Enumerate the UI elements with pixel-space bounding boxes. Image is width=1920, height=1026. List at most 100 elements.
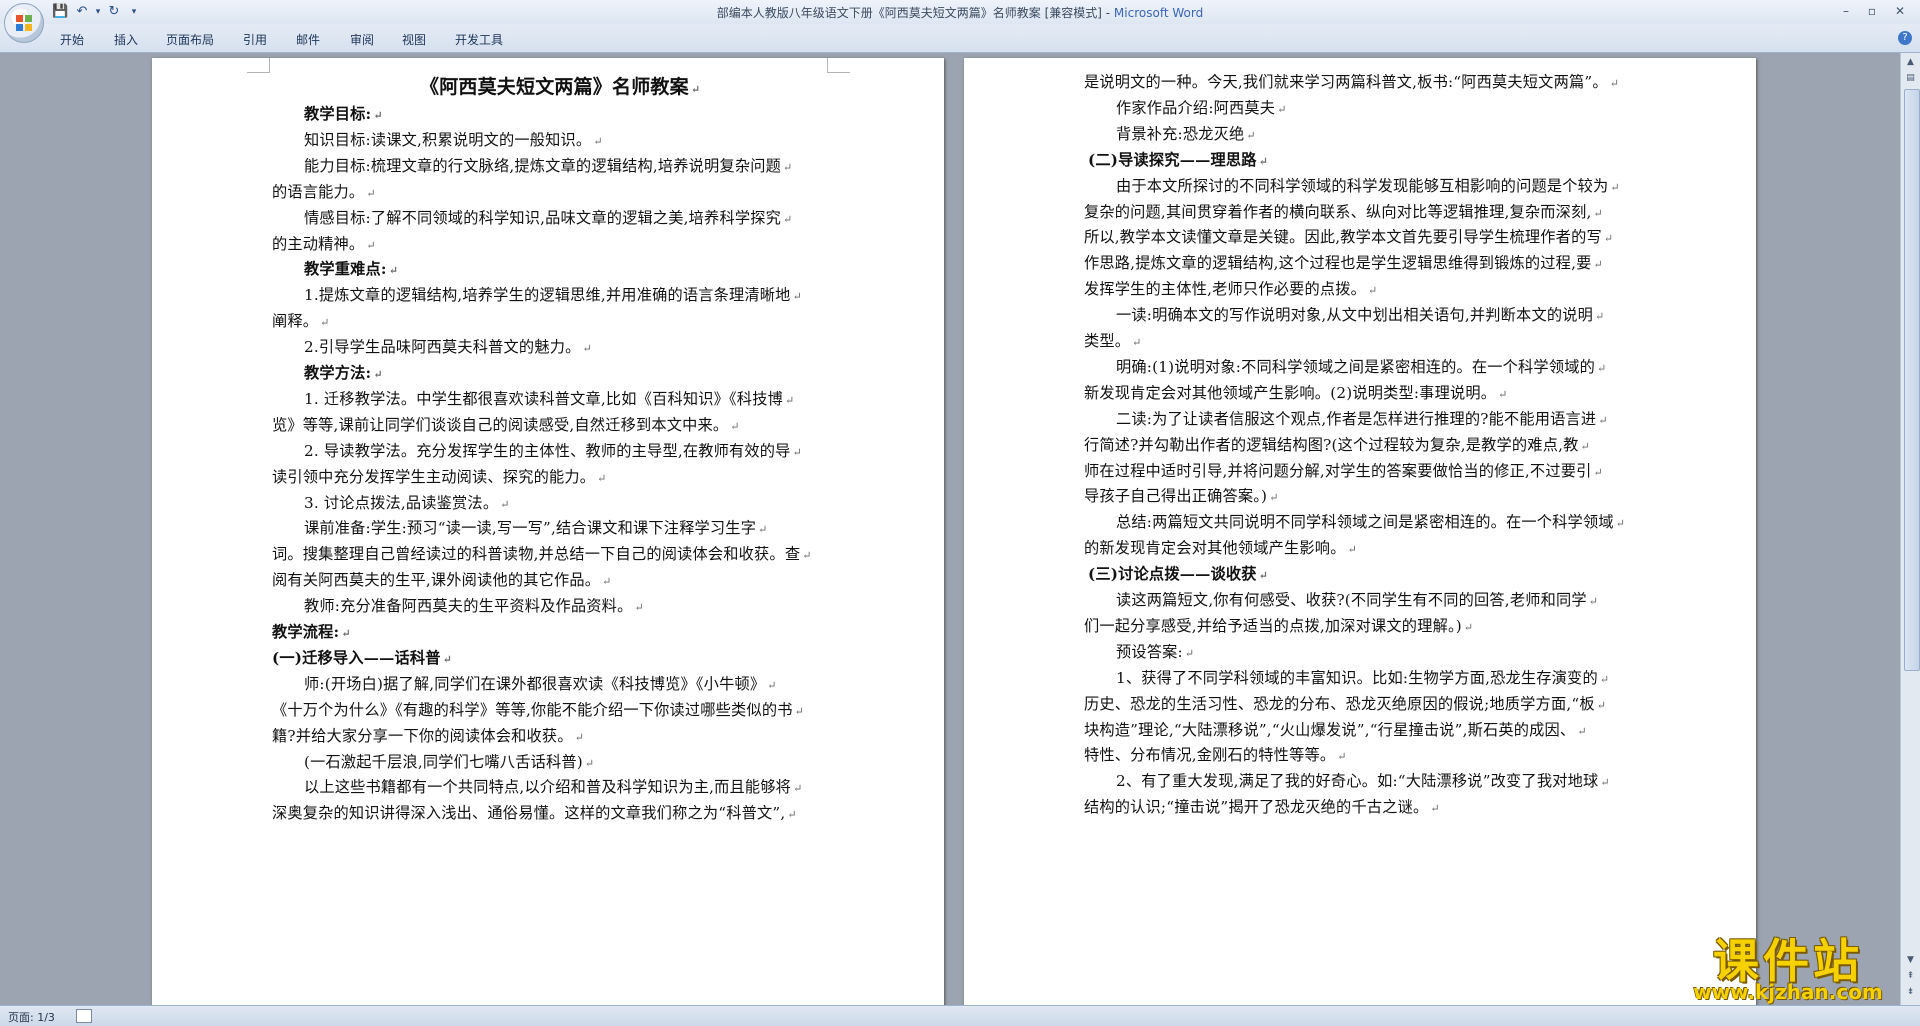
paragraph-line: 《十万个为什么》《有趣的科学》等等,你能不能介绍一下你读过哪些类似的书 ↵ xyxy=(272,698,804,720)
document-page-1[interactable]: 《阿西莫夫短文两篇》名师教案 ↵ 教学目标: ↵ 知识目标:读课文,积累说明文的一般知识… xyxy=(152,58,944,1005)
page-counter[interactable]: 页面: 1/3 xyxy=(8,1009,55,1025)
office-button[interactable] xyxy=(4,3,44,43)
tab-references[interactable]: 引用 xyxy=(243,31,267,48)
paragraph-line: 1.提炼文章的逻辑结构,培养学生的逻辑思维,并用准确的语言条理清晰地 ↵ xyxy=(304,283,802,305)
section-heading: 教学方法: ↵ xyxy=(304,361,383,383)
scroll-up-icon[interactable]: ▲ xyxy=(1903,55,1918,69)
line-text: 读这两篇短文,你有何感受、收获?(不同学生有不同的回答,老师和同学 xyxy=(1116,591,1587,609)
line-text: 行简述?并勾勒出作者的逻辑结构图?(这个过程较为复杂,是教学的难点,教 xyxy=(1084,435,1579,454)
paragraph-mark-icon: ↵ xyxy=(1596,698,1607,712)
line-text: 2.引导学生品味阿西莫夫科普文的魅力。 xyxy=(304,338,581,357)
paragraph-mark-icon: ↵ xyxy=(1347,543,1358,557)
line-text: 2. 导读教学法。充分发挥学生的主体性、教师的主导型,在教师有效的导 xyxy=(304,441,791,460)
paragraph-line: 阅有关阿西莫夫的生平,课外阅读他的其它作品。 ↵ xyxy=(272,568,612,590)
help-icon[interactable]: ? xyxy=(1898,31,1912,45)
paragraph-mark-icon: ↵ xyxy=(1593,206,1603,220)
minimize-button[interactable]: – xyxy=(1836,2,1856,20)
document-workspace[interactable]: 《阿西莫夫短文两篇》名师教案 ↵ 教学目标: ↵ 知识目标:读课文,积累说明文的一般知识… xyxy=(0,53,1900,1005)
paragraph-line: 1. 迁移教学法。中学生都很喜欢读科普文章,比如《百科知识》《科技博 ↵ xyxy=(304,387,794,409)
paragraph-line: 能力目标:梳理文章的行文脉络,提炼文章的逻辑结构,培养说明复杂问题 ↵ xyxy=(304,154,792,176)
line-text: 作家作品介绍:阿西莫夫 xyxy=(1116,98,1276,117)
paragraph-mark-icon: ↵ xyxy=(792,290,802,304)
paragraph-mark-icon: ↵ xyxy=(767,678,777,692)
vertical-scrollbar[interactable]: ▲ ▤ ▼ ⇞ ⇟ xyxy=(1900,53,1920,1005)
paragraph-mark-icon: ↵ xyxy=(787,808,797,822)
paragraph-mark-icon: ↵ xyxy=(1610,180,1620,194)
line-text: (一)迁移导入——话科普 xyxy=(272,648,441,667)
line-text: 预设答案: xyxy=(1116,642,1183,661)
paragraph-mark-icon: ↵ xyxy=(373,368,383,381)
paragraph-mark-icon: ↵ xyxy=(320,316,330,330)
section-heading: (二)导读探究——理思路 ↵ xyxy=(1088,148,1268,170)
maximize-button[interactable]: ▫ xyxy=(1862,2,1882,20)
line-text: 《十万个为什么》《有趣的科学》等等,你能不能介绍一下你读过哪些类似的书 xyxy=(272,700,793,719)
tab-home[interactable]: 开始 xyxy=(60,31,84,48)
paragraph-line: 师在过程中适时引导,并将问题分解,对学生的答案要做恰当的修正,不过要引 ↵ xyxy=(1084,459,1603,481)
line-text: 发挥学生的主体性,老师只作必要的点拨。 xyxy=(1084,280,1367,299)
line-text: 新发现肯定会对其他领域产生影响。(2)说明类型:事理说明。 xyxy=(1084,383,1497,402)
paragraph-mark-icon: ↵ xyxy=(593,134,603,148)
line-text: (三)讨论点拨——谈收获 xyxy=(1088,565,1257,584)
paragraph-line: 结构的认识;“撞击说”揭开了恐龙灭绝的千古之谜。 ↵ xyxy=(1084,795,1440,817)
line-text: 读引领中充分发挥学生主动阅读、探究的能力。 xyxy=(272,467,596,486)
line-text: 教学重难点: xyxy=(304,260,387,279)
paragraph-mark-icon: ↵ xyxy=(1246,128,1256,142)
paragraph-line: 的主动精神。 ↵ xyxy=(272,232,376,254)
document-page-2[interactable]: 是说明文的一种。今天,我们就来学习两篇科普文,板书:“阿西莫夫短文两篇”。 ↵ 作家… xyxy=(964,58,1756,1005)
paragraph-mark-icon: ↵ xyxy=(1593,465,1603,479)
tab-page-layout[interactable]: 页面布局 xyxy=(166,31,214,48)
line-text: 教学目标: xyxy=(304,105,372,123)
proofing-icon[interactable] xyxy=(76,1009,92,1023)
scrollbar-thumb[interactable] xyxy=(1904,89,1920,671)
paragraph-line: 发挥学生的主体性,老师只作必要的点拨。 ↵ xyxy=(1084,277,1377,299)
paragraph-line: 块构造”理论,“大陆漂移说”,“火山爆发说”,“行星撞击说”,斯石英的成因、 ↵ xyxy=(1084,718,1587,740)
paragraph-mark-icon: ↵ xyxy=(1368,284,1378,298)
tab-view[interactable]: 视图 xyxy=(402,31,426,48)
paragraph-line: 词。搜集整理自己曾经读过的科普读物,并总结一下自己的阅读体会和收获。查 ↵ xyxy=(272,542,812,564)
paragraph-line: 2、有了重大发现,满足了我的好奇心。如:“大陆漂移说”改变了我对地球 ↵ xyxy=(1116,769,1610,791)
paragraph-line: 作家作品介绍:阿西莫夫 ↵ xyxy=(1116,96,1287,118)
paragraph-line: 2.引导学生品味阿西莫夫科普文的魅力。 ↵ xyxy=(304,335,592,357)
line-text: 知识目标:读课文,积累说明文的一般知识。 xyxy=(304,130,592,149)
paragraph-line: 览》等等,课前让同学们谈谈自己的阅读感受,自然迁移到本文中来。 ↵ xyxy=(272,413,740,435)
paragraph-mark-icon: ↵ xyxy=(582,342,592,356)
line-text: 1.提炼文章的逻辑结构,培养学生的逻辑思维,并用准确的语言条理清晰地 xyxy=(304,286,791,305)
paragraph-line: 类型。 ↵ xyxy=(1084,329,1142,351)
paragraph-mark-icon: ↵ xyxy=(793,782,803,796)
margin-corner-mark xyxy=(247,58,270,73)
paragraph-mark-icon: ↵ xyxy=(1463,620,1474,634)
section-heading: (三)讨论点拨——谈收获 ↵ xyxy=(1088,562,1268,584)
paragraph-mark-icon: ↵ xyxy=(1600,776,1610,790)
tab-review[interactable]: 审阅 xyxy=(350,31,374,48)
section-heading: (一)迁移导入——话科普 ↵ xyxy=(272,646,452,668)
line-text: 教师:充分准备阿西莫夫的生平资料及作品资料。 xyxy=(304,597,633,616)
document-name: 部编本人教版八年级语文下册《阿西莫夫短文两篇》名师教案 [兼容模式] - xyxy=(716,6,1114,20)
line-text: 们一起分享感受,并给予适当的点拨,加深对课文的理解。) xyxy=(1084,616,1462,635)
ruler-toggle-icon[interactable]: ▤ xyxy=(1903,71,1918,85)
line-text: 明确:(1)说明对象:不同科学领域之间是紧密相连的。在一个科学领域的 xyxy=(1116,357,1595,376)
paragraph-mark-icon: ↵ xyxy=(794,704,805,718)
paragraph-line: 作思路,提炼文章的逻辑结构,这个过程也是学生逻辑思维得到锻炼的过程,要 ↵ xyxy=(1084,251,1603,273)
line-text: 总结:两篇短文共同说明不同学科领域之间是紧密相连的。在一个科学领域 xyxy=(1116,513,1614,532)
paragraph-line: 1、获得了不同学科领域的丰富知识。比如:生物学方面,恐龙生存演变的 ↵ xyxy=(1116,666,1609,688)
tab-developer[interactable]: 开发工具 xyxy=(455,31,503,48)
tab-insert[interactable]: 插入 xyxy=(114,31,138,48)
line-text: 1. 迁移教学法。中学生都很喜欢读科普文章,比如《百科知识》《科技博 xyxy=(304,389,783,408)
line-text: 1、获得了不同学科领域的丰富知识。比如:生物学方面,恐龙生存演变的 xyxy=(1116,668,1598,687)
paragraph-line: 新发现肯定会对其他领域产生影响。(2)说明类型:事理说明。 ↵ xyxy=(1084,381,1508,403)
section-heading: 教学流程: ↵ xyxy=(272,620,351,642)
paragraph-mark-icon: ↵ xyxy=(1596,361,1607,375)
title-bar: 💾 ↶ ▾ ↻ ▾ 部编本人教版八年级语文下册《阿西莫夫短文两篇》名师教案 [兼… xyxy=(0,0,1920,25)
paragraph-line: (一石激起千层浪,同学们七嘴八舌话科普) ↵ xyxy=(304,750,594,772)
paragraph-mark-icon: ↵ xyxy=(388,264,399,278)
status-bar: 页面: 1/3 xyxy=(0,1005,1920,1026)
line-text: 特性、分布情况,金刚石的特性等等。 xyxy=(1084,746,1336,765)
paragraph-line: 们一起分享感受,并给予适当的点拨,加深对课文的理解。) ↵ xyxy=(1084,614,1473,636)
office-logo-icon xyxy=(16,15,32,31)
paragraph-mark-icon: ↵ xyxy=(758,523,768,537)
tab-mailings[interactable]: 邮件 xyxy=(296,31,320,48)
paragraph-line: 历史、恐龙的生活习性、恐龙的分布、恐龙灭绝原因的假说;地质学方面,“板 ↵ xyxy=(1084,692,1606,714)
close-button[interactable]: ✕ xyxy=(1890,2,1910,20)
line-text: 《阿西莫夫短文两篇》名师教案 xyxy=(420,76,689,98)
line-text: 的新发现肯定会对其他领域产生影响。 xyxy=(1084,539,1346,558)
